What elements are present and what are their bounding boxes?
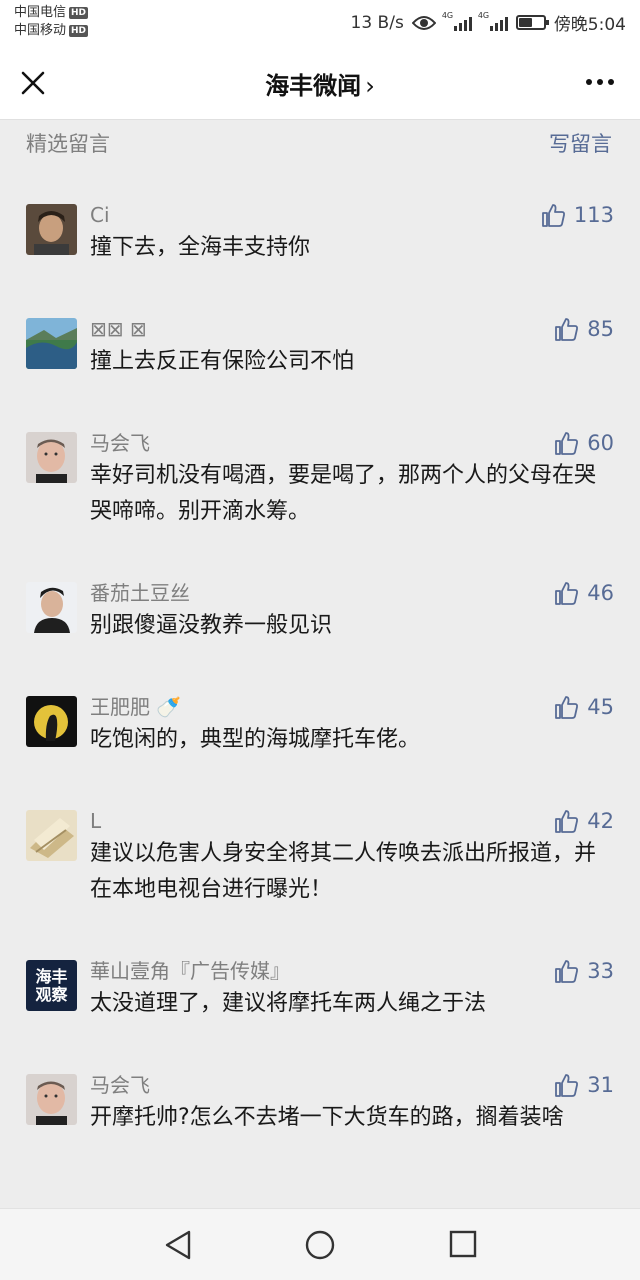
thumbs-up-icon	[555, 432, 579, 455]
comment-item: L 建议以危害人身安全将其二人传唤去派出所报道，并在本地电视台进行曝光！ 42	[0, 806, 640, 908]
comment-text: 建议以危害人身安全将其二人传唤去派出所报道，并在本地电视台进行曝光！	[90, 841, 597, 902]
comment-item: 马会飞 开摩托帅?怎么不去堵一下大货车的路，搁着装啥 31	[0, 1070, 640, 1136]
avatar[interactable]	[26, 204, 77, 255]
account-title-link[interactable]: 海丰微闻 ›	[0, 66, 640, 101]
comment-text: 幸好司机没有喝酒，要是喝了，那两个人的父母在哭哭啼啼。别开滴水筹。	[90, 463, 597, 524]
eye-icon	[411, 15, 436, 30]
carrier-2: 中国移动	[14, 23, 67, 38]
comment-author: 王肥肥 🍼	[90, 695, 182, 719]
avatar[interactable]	[26, 696, 77, 747]
thumbs-up-icon	[555, 1074, 579, 1097]
comment-text: 吃饱闲的，典型的海城摩托车佬。	[90, 727, 421, 752]
like-count: 113	[573, 203, 614, 227]
signal-icon: 4G	[478, 11, 508, 31]
status-bar: 中国电信 HD 中国移动 HD 13 B/s 4G 4G 傍晚5:04	[0, 0, 640, 46]
thumbs-up-icon	[555, 960, 579, 983]
like-count: 42	[587, 809, 614, 833]
status-indicators: 13 B/s 4G 4G 傍晚5:04	[350, 10, 626, 36]
comment-item: 海丰 观察 華山壹角『广告传媒』 太没道理了，建议将摩托车两人绳之于法 33	[0, 956, 640, 1022]
carrier-info: 中国电信 HD 中国移动 HD	[14, 4, 89, 40]
like-count: 31	[587, 1073, 614, 1097]
battery-icon	[515, 15, 549, 30]
thumbs-up-icon	[555, 810, 579, 833]
comment-author: L	[90, 809, 102, 833]
comment-text: 别跟傻逼没教养一般见识	[90, 613, 333, 638]
comment-text: 开摩托帅?怎么不去堵一下大货车的路，搁着装啥	[90, 1105, 564, 1130]
comment-author: ⊠⊠ ⊠	[90, 317, 147, 341]
comment-item: ⊠⊠ ⊠ 撞上去反正有保险公司不怕 85	[0, 314, 640, 380]
like-button[interactable]: 113	[540, 200, 614, 230]
comment-author: 马会飞	[90, 431, 150, 455]
like-count: 45	[587, 695, 614, 719]
hd-badge: HD	[69, 7, 89, 19]
avatar[interactable]	[26, 582, 77, 633]
avatar[interactable]	[26, 1074, 77, 1125]
like-count: 33	[587, 959, 614, 983]
thumbs-up-icon	[555, 696, 579, 719]
system-nav-bar	[0, 1208, 640, 1280]
like-button[interactable]: 33	[553, 956, 614, 986]
like-button[interactable]: 45	[553, 692, 614, 722]
page-title: 海丰微闻	[265, 72, 362, 100]
chevron-right-icon: ›	[365, 72, 375, 100]
like-count: 85	[587, 317, 614, 341]
thumbs-up-icon	[555, 318, 579, 341]
avatar[interactable]: 海丰 观察	[26, 960, 77, 1011]
comment-text: 撞下去，全海丰支持你	[90, 235, 311, 260]
comment-author: Ci	[90, 203, 110, 227]
like-button[interactable]: 85	[553, 314, 614, 344]
clock: 傍晚5:04	[553, 15, 626, 35]
signal-icon: 4G	[442, 11, 472, 31]
like-count: 60	[587, 431, 614, 455]
recent-apps-square-icon[interactable]	[448, 1229, 478, 1259]
write-comment-button[interactable]: 写留言	[549, 128, 612, 158]
like-button[interactable]: 42	[553, 806, 614, 836]
avatar-text: 海丰	[35, 966, 68, 986]
thumbs-up-icon	[555, 582, 579, 605]
comment-item: 马会飞 幸好司机没有喝酒，要是喝了，那两个人的父母在哭哭啼啼。别开滴水筹。 60	[0, 428, 640, 530]
more-icon[interactable]	[586, 79, 614, 85]
section-header: 精选留言 写留言	[0, 120, 640, 170]
avatar[interactable]	[26, 318, 77, 369]
comment-author: 華山壹角『广告传媒』	[90, 959, 290, 983]
comment-text: 撞上去反正有保险公司不怕	[90, 349, 355, 374]
comment-text: 太没道理了，建议将摩托车两人绳之于法	[90, 991, 487, 1016]
like-count: 46	[587, 581, 614, 605]
avatar[interactable]	[26, 810, 77, 861]
avatar-text: 观察	[35, 984, 68, 1004]
thumbs-up-icon	[542, 204, 565, 227]
like-button[interactable]: 46	[553, 578, 614, 608]
comment-item: Ci 撞下去，全海丰支持你 113	[0, 200, 640, 266]
like-button[interactable]: 31	[553, 1070, 614, 1100]
network-speed: 13 B/s	[350, 12, 404, 33]
avatar[interactable]	[26, 432, 77, 483]
back-triangle-icon[interactable]	[163, 1229, 193, 1261]
featured-comments-title: 精选留言	[26, 132, 110, 156]
comment-item: 王肥肥 🍼 吃饱闲的，典型的海城摩托车佬。 45	[0, 692, 640, 758]
hd-badge: HD	[69, 25, 89, 37]
comment-author: 番茄土豆丝	[90, 581, 190, 605]
nav-header: 海丰微闻 ›	[0, 46, 640, 120]
carrier-1: 中国电信	[14, 5, 67, 20]
like-button[interactable]: 60	[553, 428, 614, 458]
comment-author: 马会飞	[90, 1073, 150, 1097]
home-circle-icon[interactable]	[304, 1229, 336, 1261]
comment-item: 番茄土豆丝 别跟傻逼没教养一般见识 46	[0, 578, 640, 644]
